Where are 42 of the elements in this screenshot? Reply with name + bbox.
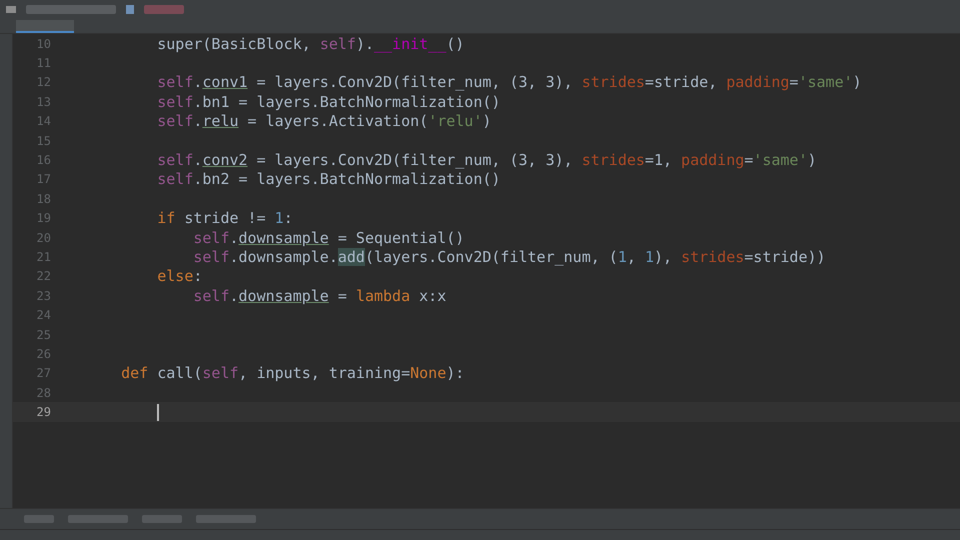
line-number: 14: [36, 114, 52, 128]
line-number: 16: [36, 153, 52, 168]
tool-window-button[interactable]: [142, 515, 182, 523]
line-number: 28: [36, 386, 52, 400]
line-number: 23: [36, 288, 52, 303]
tool-window-button[interactable]: [24, 515, 54, 523]
line-number: 11: [36, 56, 52, 70]
code-line: self.conv2 = layers.Conv2D(filter_num, (3, 3), strides=1, padding='same'): [156, 150, 817, 170]
code-line: self.conv1 = layers.Conv2D(filter_num, (3, 3), strides=stride, padding='same'): [156, 72, 862, 92]
line-number: 13: [36, 94, 52, 109]
line-number: 22: [36, 269, 52, 284]
line-number: 26: [36, 346, 52, 361]
code-line: self.downsample = Sequential(): [192, 228, 464, 248]
breadcrumb[interactable]: [26, 4, 116, 14]
code-line: self.downsample.add(layers.Conv2D(filter_num, (1, 1), strides=stride)): [192, 247, 826, 267]
line-number: 10: [36, 36, 52, 51]
line-number: 18: [36, 192, 52, 206]
code-line: self.bn2 = layers.BatchNormalization(): [156, 170, 500, 190]
line-number: 20: [36, 230, 52, 245]
line-number: 25: [36, 328, 52, 342]
file-icon[interactable]: [126, 4, 134, 14]
editor-tab[interactable]: [16, 20, 74, 33]
code-line: else:: [156, 266, 202, 286]
tool-window-button[interactable]: [196, 515, 256, 523]
code-line: if stride != 1:: [156, 208, 293, 228]
tool-window-button[interactable]: [68, 515, 128, 523]
line-number: 15: [36, 134, 52, 148]
line-number: 19: [36, 211, 52, 226]
code-line: self.bn1 = layers.BatchNormalization(): [156, 92, 500, 112]
code-line: super(BasicBlock, self).__init__(): [156, 34, 464, 54]
code-line: def call(self, inputs, training=None):: [120, 364, 464, 384]
code-line: self.relu = layers.Activation('relu'): [156, 112, 492, 131]
line-number: 21: [36, 250, 52, 264]
code-line: self.downsample = lambda x:x: [192, 286, 446, 306]
line-number: 12: [36, 75, 52, 90]
line-number: 29: [36, 405, 52, 420]
breadcrumb[interactable]: [144, 4, 184, 14]
text-cursor: [157, 404, 158, 421]
line-number: 24: [36, 308, 52, 322]
folder-icon[interactable]: [6, 5, 16, 13]
line-number: 27: [36, 366, 52, 380]
line-number: 17: [36, 172, 52, 186]
